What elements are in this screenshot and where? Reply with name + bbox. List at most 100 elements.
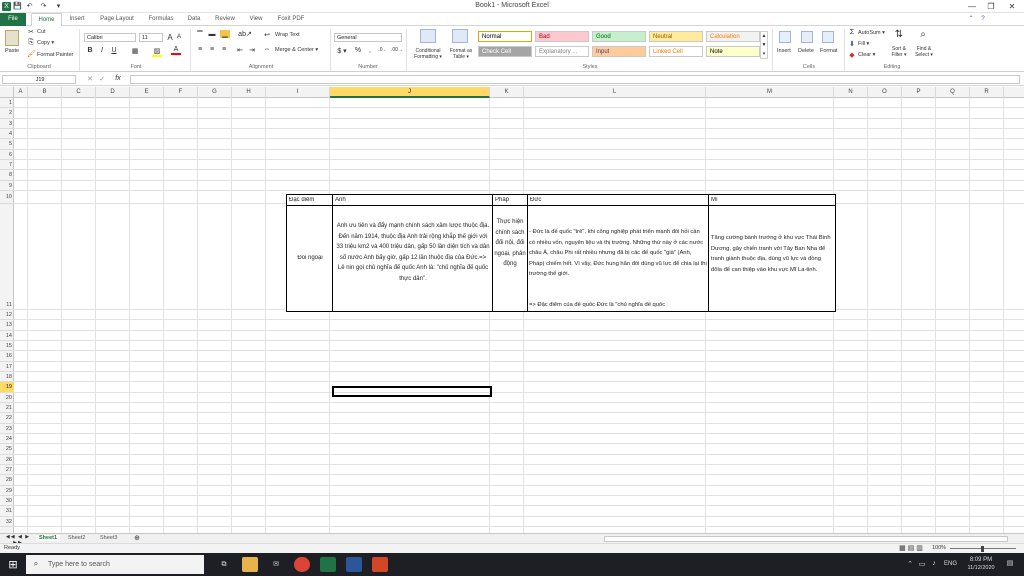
- cut-button[interactable]: Cut: [37, 29, 46, 35]
- header-dac-diem[interactable]: Đặc điểm: [289, 197, 331, 203]
- cell-style-input[interactable]: Input: [592, 46, 646, 57]
- underline-button[interactable]: U: [110, 47, 118, 54]
- row-header-6[interactable]: 6: [0, 150, 14, 160]
- excel-taskbar-icon[interactable]: [320, 557, 336, 572]
- cell-phap[interactable]: Thực hiện chính sách đối nội, đối ngoại,…: [494, 217, 526, 270]
- autosum-button[interactable]: AutoSum ▾: [858, 30, 885, 36]
- tab-view[interactable]: View: [244, 13, 268, 26]
- autosum-icon[interactable]: Σ: [848, 29, 856, 36]
- minimize-button[interactable]: —: [964, 1, 980, 12]
- row-header-19[interactable]: 19: [0, 382, 14, 393]
- row-header-13[interactable]: 13: [0, 320, 14, 331]
- format-cells-button[interactable]: Format: [820, 48, 837, 54]
- copy-icon[interactable]: ⎘: [27, 39, 35, 47]
- tray-chevron-icon[interactable]: ⌃: [906, 560, 914, 568]
- copy-button[interactable]: Copy ▾: [37, 40, 54, 46]
- align-middle-icon[interactable]: ▬: [208, 31, 216, 38]
- wrap-text-button[interactable]: Wrap Text: [275, 32, 300, 38]
- cell-style-note[interactable]: Note: [706, 46, 760, 57]
- row-header-20[interactable]: 20: [0, 393, 14, 403]
- row-header-5[interactable]: 5: [0, 139, 14, 150]
- currency-button[interactable]: $ ▾: [336, 47, 348, 55]
- tab-insert[interactable]: Insert: [64, 13, 90, 26]
- column-header-d[interactable]: D: [96, 87, 130, 98]
- confirm-entry-icon[interactable]: ✓: [98, 75, 106, 83]
- sort-filter-icon[interactable]: ⇅: [892, 29, 906, 40]
- column-header-p[interactable]: P: [902, 87, 936, 98]
- volume-icon[interactable]: ♪: [930, 560, 938, 567]
- cell-style-good[interactable]: Good: [592, 31, 646, 42]
- format-as-table-icon[interactable]: [452, 29, 468, 43]
- sheet-tab-1[interactable]: Sheet1: [36, 535, 61, 541]
- help-icon[interactable]: ?: [978, 13, 988, 26]
- increase-indent-icon[interactable]: ⇥: [248, 46, 256, 54]
- language-indicator[interactable]: ENG: [944, 561, 957, 567]
- wrap-text-icon[interactable]: ↩: [263, 31, 271, 39]
- tab-foxit-pdf[interactable]: Foxit PDF: [272, 13, 310, 26]
- column-header-h[interactable]: H: [232, 87, 266, 98]
- insert-function-icon[interactable]: fx: [112, 75, 124, 82]
- word-taskbar-icon[interactable]: [346, 557, 362, 572]
- row-header-24[interactable]: 24: [0, 434, 14, 445]
- tab-review[interactable]: Review: [210, 13, 240, 26]
- header-mi[interactable]: Mĩ: [711, 197, 831, 203]
- column-header-q[interactable]: Q: [936, 87, 970, 98]
- name-box[interactable]: J19: [2, 75, 76, 84]
- decrease-decimal-icon[interactable]: .00→: [391, 47, 403, 53]
- column-header-j[interactable]: J: [330, 87, 490, 98]
- cell-style-check-cell[interactable]: Check Cell: [478, 46, 532, 57]
- row-header-16[interactable]: 16: [0, 351, 14, 362]
- ribbon-collapse-icon[interactable]: ⌃: [966, 13, 976, 26]
- align-right-icon[interactable]: ≡: [220, 46, 228, 53]
- row-header-8[interactable]: 8: [0, 170, 14, 181]
- row-header-1[interactable]: 1: [0, 98, 14, 109]
- sort-filter-button[interactable]: Sort & Filter ▾: [888, 46, 910, 58]
- row-header-17[interactable]: 17: [0, 362, 14, 372]
- number-format-select[interactable]: General: [334, 33, 402, 42]
- mail-icon[interactable]: ✉: [268, 557, 284, 572]
- cut-icon[interactable]: ✂: [27, 28, 35, 36]
- cell-style-explanatory[interactable]: Explanatory ...: [535, 46, 589, 57]
- format-as-table-button[interactable]: Format as Table ▾: [446, 48, 476, 60]
- foxit-taskbar-icon[interactable]: [372, 557, 388, 572]
- merge-center-icon[interactable]: ⇔: [263, 46, 271, 53]
- italic-button[interactable]: I: [98, 47, 106, 54]
- row-header-12[interactable]: 12: [0, 310, 14, 321]
- cell-doi-ngoai[interactable]: Đối ngoại: [289, 255, 331, 261]
- taskbar-search-box[interactable]: ⌕ Type here to search: [26, 555, 204, 574]
- column-header-e[interactable]: E: [130, 87, 164, 98]
- column-header-f[interactable]: F: [164, 87, 198, 98]
- column-header-n[interactable]: N: [834, 87, 868, 98]
- row-header-27[interactable]: 27: [0, 465, 14, 476]
- close-button[interactable]: ✕: [1004, 1, 1020, 12]
- percent-button[interactable]: %: [354, 47, 362, 54]
- row-header-4[interactable]: 4: [0, 129, 14, 140]
- cell-mi[interactable]: Tăng cường bành trướng ở khu vực Thái Bì…: [711, 233, 833, 275]
- orientation-icon[interactable]: ab↗: [238, 30, 252, 38]
- cancel-entry-icon[interactable]: ✕: [86, 75, 94, 83]
- cell-style-normal[interactable]: Normal: [478, 31, 532, 42]
- row-header-3[interactable]: 3: [0, 119, 14, 129]
- row-header-30[interactable]: 30: [0, 496, 14, 507]
- font-color-icon[interactable]: A: [171, 46, 181, 55]
- row-header-26[interactable]: 26: [0, 455, 14, 465]
- cell-style-neutral[interactable]: Neutral: [649, 31, 703, 42]
- view-mode-icons[interactable]: ▦▤▥: [898, 544, 926, 552]
- shrink-font-button[interactable]: A: [175, 34, 183, 40]
- row-header-22[interactable]: 22: [0, 413, 14, 424]
- new-sheet-icon[interactable]: ⊕: [132, 534, 142, 542]
- paste-icon[interactable]: [5, 30, 19, 46]
- row-header-23[interactable]: 23: [0, 424, 14, 434]
- row-header-14[interactable]: 14: [0, 331, 14, 341]
- select-all-corner[interactable]: [0, 87, 14, 98]
- cell-style-calculation[interactable]: Calculation: [706, 31, 760, 42]
- paste-button[interactable]: Paste: [5, 48, 19, 54]
- insert-cells-icon[interactable]: [779, 31, 791, 43]
- row-header-18[interactable]: 18: [0, 372, 14, 383]
- borders-icon[interactable]: ▦: [130, 47, 140, 55]
- tab-page-layout[interactable]: Page Layout: [94, 13, 140, 26]
- clock-date[interactable]: 11/12/2020: [962, 565, 1000, 571]
- tab-data[interactable]: Data: [182, 13, 206, 26]
- conditional-formatting-button[interactable]: Conditional Formatting ▾: [410, 48, 446, 60]
- chrome-icon[interactable]: [294, 557, 310, 572]
